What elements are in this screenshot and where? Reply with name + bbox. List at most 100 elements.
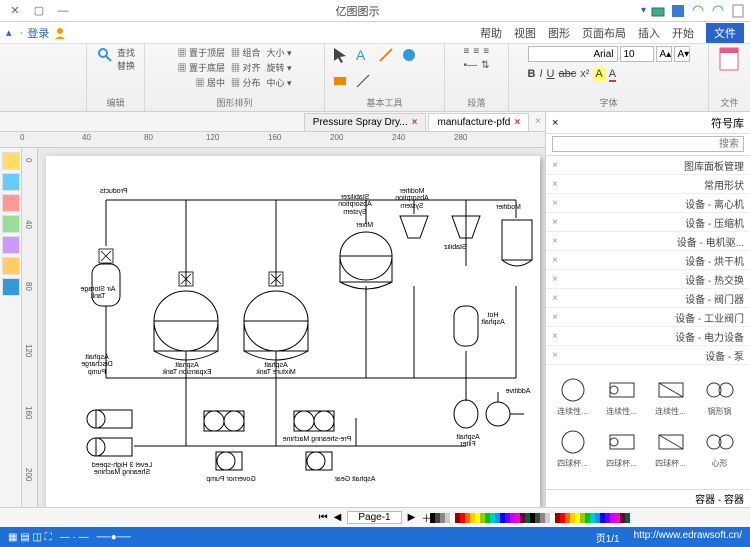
align-r-icon[interactable]: ≡ — [483, 46, 489, 57]
shape-stencil[interactable]: 心形 — [697, 421, 742, 469]
tool-6[interactable] — [2, 257, 20, 275]
font-dec-icon[interactable]: A▾ — [674, 46, 690, 62]
page-name[interactable]: Page-1 — [347, 511, 401, 524]
category-item[interactable]: ×设备 - 离心机 — [546, 194, 750, 213]
sup-icon[interactable]: x² — [580, 68, 589, 82]
fontcolor-icon[interactable]: A — [609, 68, 616, 82]
login-link[interactable]: 登录 — [27, 25, 49, 41]
menu-item[interactable]: 开始 — [672, 25, 694, 41]
shape-stencil[interactable]: 连续性... — [550, 369, 595, 417]
shape-stencil[interactable]: 四球杯... — [648, 421, 693, 469]
category-item[interactable]: ×设备 - 阀门器 — [546, 289, 750, 308]
shape-stencil[interactable]: 锅形锅 — [697, 369, 742, 417]
category-item[interactable]: ×设备 - 烘干机 — [546, 251, 750, 270]
shape-stencil[interactable]: 连续性... — [648, 369, 693, 417]
tool-7[interactable] — [2, 278, 20, 296]
underline-icon[interactable]: U — [547, 68, 555, 82]
distribute-icon[interactable]: ▦ 分布 — [231, 76, 261, 89]
align-c-icon[interactable]: ≡ — [473, 46, 479, 57]
print-icon[interactable] — [650, 3, 666, 19]
font-name-select[interactable]: Arial — [528, 46, 618, 62]
shape-rect-icon[interactable] — [331, 72, 349, 90]
close-icon[interactable]: × — [552, 160, 558, 171]
panel-close-icon[interactable]: × — [552, 117, 558, 129]
highlight-icon[interactable]: A — [593, 68, 604, 82]
category-item[interactable]: ×图库面板管理 — [546, 156, 750, 175]
text-icon[interactable]: A — [354, 46, 372, 64]
tab-manufacture[interactable]: manufacture-pfd× — [428, 113, 529, 131]
save-icon[interactable] — [670, 3, 686, 19]
shape-stencil[interactable]: 四球杯... — [550, 421, 595, 469]
italic-icon[interactable]: I — [539, 68, 542, 82]
tool-4[interactable] — [2, 215, 20, 233]
close-icon[interactable]: × — [552, 236, 558, 247]
close-icon[interactable]: × — [552, 293, 558, 304]
window-close-icon[interactable]: ✕ — [4, 2, 26, 20]
menu-item[interactable]: 文件 — [706, 23, 744, 43]
menu-item[interactable]: 帮助 — [480, 25, 502, 41]
close-icon[interactable]: × — [552, 274, 558, 285]
close-icon[interactable]: × — [552, 331, 558, 342]
close-icon[interactable]: × — [552, 198, 558, 209]
tool-5[interactable] — [2, 236, 20, 254]
category-item[interactable]: ×设备 - 工业阀门 — [546, 308, 750, 327]
tool-2[interactable] — [2, 173, 20, 191]
view-icons[interactable]: ▦ ▤ ◫ ⛶ — [8, 532, 52, 543]
page-prev-icon[interactable]: ◀ — [334, 512, 342, 523]
canvas[interactable]: Products Modifier Modifier Absorption Sy… — [38, 148, 545, 507]
bring-front-icon[interactable]: ▦ 置于顶层 — [177, 46, 225, 59]
category-item[interactable]: ×设备 - 电机驱... — [546, 232, 750, 251]
shape-stencil[interactable]: 连续性... — [599, 369, 644, 417]
page-next-icon[interactable]: ▶ — [408, 512, 416, 523]
shape-stencil[interactable]: 四球杯... — [599, 421, 644, 469]
center-icon[interactable]: ▦ 居中 — [195, 76, 225, 89]
close-icon[interactable]: × — [552, 350, 558, 361]
menu-item[interactable]: 页面布局 — [582, 25, 626, 41]
tab-close-icon[interactable]: × — [412, 117, 418, 128]
category-item[interactable]: ×设备 - 热交换 — [546, 270, 750, 289]
align-l-icon[interactable]: ≡ — [464, 46, 470, 57]
strike-icon[interactable]: abc — [558, 68, 576, 82]
close-icon[interactable]: × — [552, 255, 558, 266]
expand-icon[interactable]: ▴ — [6, 26, 12, 39]
window-max-icon[interactable]: ▢ — [28, 2, 50, 20]
file-icon[interactable] — [716, 46, 744, 74]
menu-item[interactable]: 视图 — [514, 25, 536, 41]
undo-icon[interactable] — [710, 3, 726, 19]
tool-1[interactable] — [2, 152, 20, 170]
tab-pressure[interactable]: Pressure Spray Dry...× — [304, 113, 427, 131]
page-first-icon[interactable]: ⏮ — [319, 512, 328, 523]
zoom-slider[interactable]: ──●── — [97, 532, 131, 543]
group-icon[interactable]: ▦ 组合 — [231, 46, 261, 59]
category-item[interactable]: ×设备 - 电力设备 — [546, 327, 750, 346]
font-inc-icon[interactable]: A▴ — [656, 46, 672, 62]
redo-icon[interactable] — [690, 3, 706, 19]
spacing-icon[interactable]: ⇅ — [481, 60, 489, 71]
dropdown-icon[interactable]: ▾ — [641, 5, 646, 16]
close-icon[interactable]: × — [552, 217, 558, 228]
category-item[interactable]: ×设备 - 泵 — [546, 346, 750, 365]
search-input[interactable] — [552, 136, 744, 152]
close-icon[interactable]: × — [552, 312, 558, 323]
menu-item[interactable]: 插入 — [638, 25, 660, 41]
bold-icon[interactable]: B — [528, 68, 536, 82]
shape-circle-icon[interactable] — [400, 46, 418, 64]
bullets-icon[interactable]: •— — [464, 60, 478, 71]
new-icon[interactable] — [730, 3, 746, 19]
window-min-icon[interactable]: — — [52, 2, 74, 20]
align-icon[interactable]: ▦ 对齐 — [231, 61, 261, 74]
menu-item[interactable]: 图形 — [548, 25, 570, 41]
connector-icon[interactable] — [377, 46, 395, 64]
tab-close-all-icon[interactable]: × — [531, 116, 545, 127]
tab-close-icon[interactable]: × — [514, 117, 520, 128]
send-back-icon[interactable]: ▦ 置于底层 — [177, 61, 225, 74]
color-palette[interactable] — [430, 513, 630, 523]
font-size-select[interactable]: 10 — [620, 46, 654, 62]
pointer-icon[interactable] — [331, 46, 349, 64]
tool-3[interactable] — [2, 194, 20, 212]
find-icon[interactable] — [96, 46, 114, 64]
category-item[interactable]: ×常用形状 — [546, 175, 750, 194]
category-item[interactable]: ×设备 - 压缩机 — [546, 213, 750, 232]
shape-line-icon[interactable] — [354, 72, 372, 90]
close-icon[interactable]: × — [552, 179, 558, 190]
